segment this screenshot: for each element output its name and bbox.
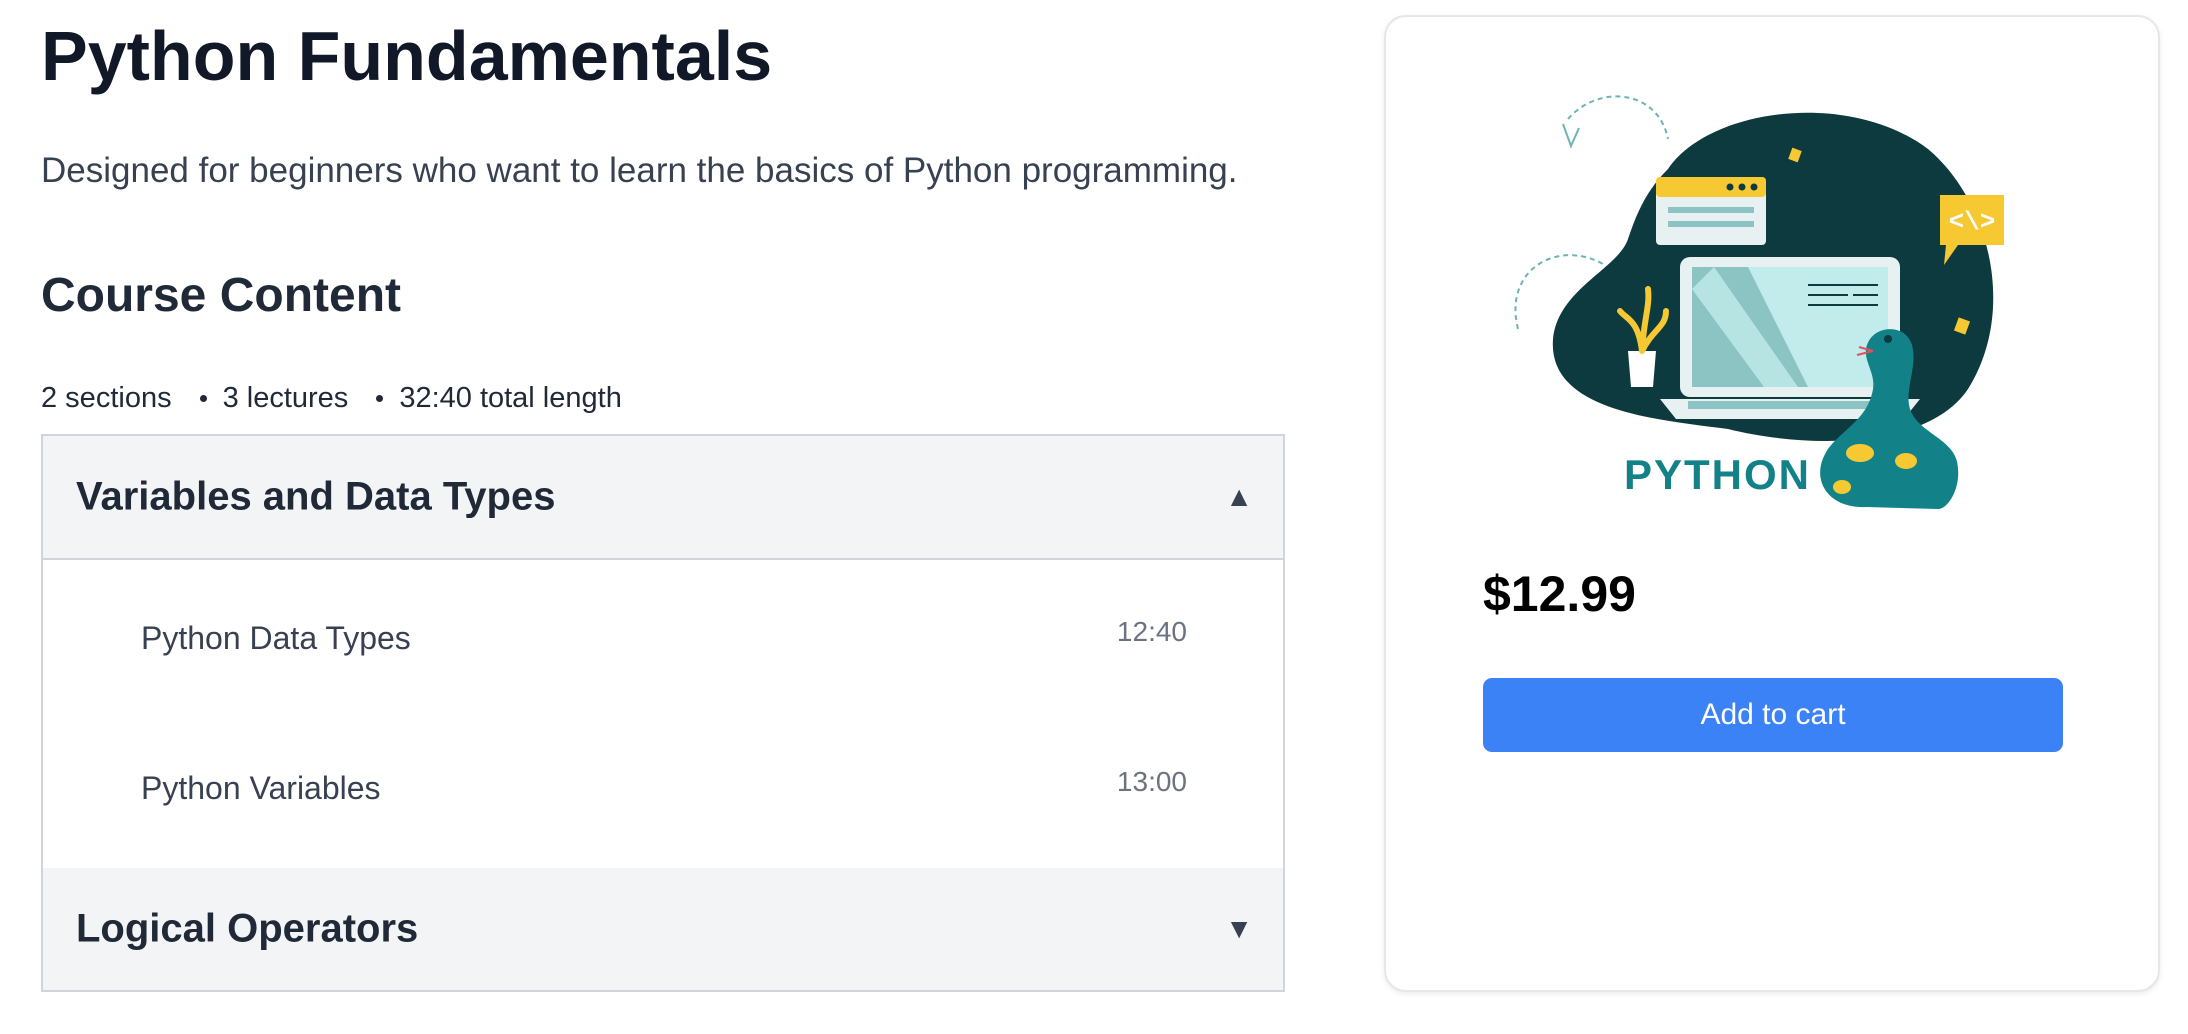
lecture-title: Python Variables [141, 770, 381, 806]
chevron-up-icon: ▲ [1225, 481, 1253, 512]
plant-pot-icon [1628, 351, 1656, 387]
section-header-variables-and-data-types[interactable]: Variables and Data Types ▲ [43, 436, 1283, 560]
lecture-item-python-variables[interactable]: Python Variables 13:00 [43, 714, 1283, 868]
python-course-illustration: <\> PYTHON [1514, 95, 2004, 509]
course-title: Python Fundamentals [41, 17, 773, 95]
course-description: Designed for beginners who want to learn… [41, 151, 1238, 190]
course-price: $12.99 [1483, 566, 1636, 622]
course-stats: 2 sections 3 lectures 32:40 total length [41, 378, 622, 418]
section-count: 2 sections [41, 382, 172, 414]
arrow-decoration [1562, 123, 1580, 149]
lecture-item-python-data-types[interactable]: Python Data Types 12:40 [43, 560, 1283, 714]
svg-text:<\>: <\> [1949, 207, 1996, 237]
add-to-cart-button[interactable]: Add to cart [1483, 678, 2063, 752]
course-page: Python Fundamentals Designed for beginne… [0, 0, 2188, 1034]
section-title: Logical Operators [76, 906, 419, 951]
chevron-down-icon: ▼ [1225, 913, 1253, 944]
lecture-duration: 13:00 [1116, 766, 1187, 797]
lecture-title: Python Data Types [141, 620, 411, 656]
course-content-accordion: Variables and Data Types ▲ Python Data T… [41, 434, 1285, 992]
separator-dot [376, 394, 384, 402]
purchase-card: <\> PYTHON $12.99 Add to cart [1384, 15, 2160, 992]
section-title: Variables and Data Types [76, 474, 556, 519]
python-wordmark: PYTHON [1624, 451, 1811, 498]
lecture-duration: 12:40 [1116, 616, 1187, 647]
total-length: 32:40 total length [399, 382, 622, 414]
dashed-arc-decoration [1567, 95, 1669, 140]
separator-dot [199, 394, 207, 402]
course-content-heading: Course Content [41, 269, 401, 322]
lecture-count: 3 lectures [222, 382, 349, 414]
section-header-logical-operators[interactable]: Logical Operators ▼ [43, 868, 1283, 990]
